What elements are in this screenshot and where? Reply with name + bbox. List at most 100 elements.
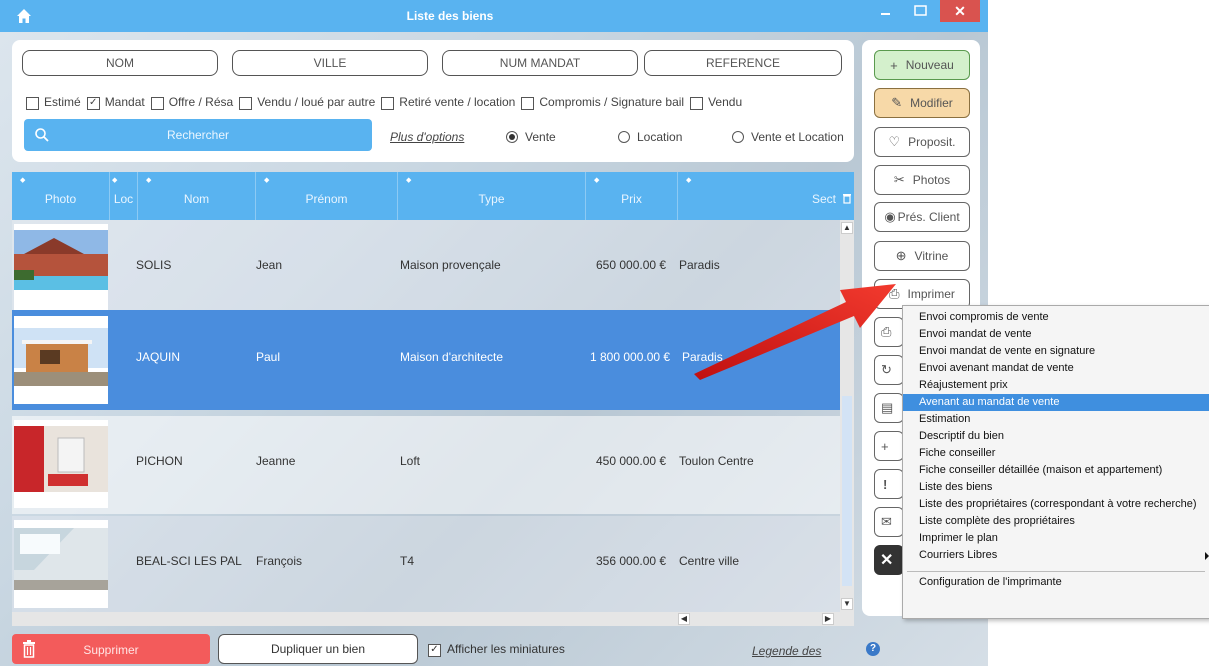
sort-icon[interactable]: ◆ xyxy=(264,176,269,184)
menu-item[interactable]: Imprimer le plan xyxy=(903,530,1209,547)
window-title: Liste des biens xyxy=(406,9,494,23)
radio[interactable] xyxy=(732,131,744,143)
menu-item[interactable]: Fiche conseiller xyxy=(903,445,1209,462)
client-presentation-button[interactable]: ◉ Prés. Client xyxy=(874,202,970,232)
delete-button[interactable]: Supprimer xyxy=(12,634,210,664)
sort-icon[interactable]: ◆ xyxy=(686,176,691,184)
column-header-prix[interactable]: ◆ Prix xyxy=(586,172,678,220)
scroll-left-arrow-icon[interactable]: ◀ xyxy=(678,613,690,625)
mail-icon: ✉ xyxy=(881,514,892,529)
menu-item[interactable]: Envoi mandat de vente en signature xyxy=(903,343,1209,360)
cell-secteur: Toulon Centre xyxy=(679,454,754,468)
menu-separator xyxy=(907,571,1205,572)
checkbox-checked[interactable]: ✓ xyxy=(428,643,441,657)
radio-vente[interactable]: Vente xyxy=(506,130,556,144)
show-thumbnails-toggle[interactable]: ✓ Afficher les miniatures xyxy=(428,642,565,657)
column-header-type[interactable]: ◆ Type xyxy=(398,172,586,220)
radio-selected[interactable] xyxy=(506,131,518,143)
menu-item-highlighted[interactable]: Avenant au mandat de vente xyxy=(903,394,1209,411)
propose-button[interactable]: ♡ Proposit. xyxy=(874,127,970,157)
close-button[interactable]: ✕ xyxy=(940,0,980,22)
duplicate-button[interactable]: Dupliquer un bien xyxy=(218,634,418,664)
mail-button[interactable]: ✉ xyxy=(874,507,904,537)
table-header: ◆ Photo ◆ Loc ◆ Nom ◆ Prénom ◆ Type ◆ Prix ◆ Se… xyxy=(12,172,854,220)
checkbox[interactable] xyxy=(26,96,39,110)
checkbox[interactable] xyxy=(381,96,395,110)
menu-item[interactable]: Envoi compromis de vente xyxy=(903,309,1209,326)
filter-estime[interactable]: Estimé xyxy=(26,95,81,110)
scroll-up-arrow-icon[interactable]: ▲ xyxy=(841,222,853,234)
column-header-photo[interactable]: ◆ Photo xyxy=(12,172,110,220)
name-field[interactable]: NOM xyxy=(22,50,218,76)
filter-vendu-loue[interactable]: Vendu / loué par autre xyxy=(239,95,375,110)
filter-retire[interactable]: Retiré vente / location xyxy=(381,95,516,110)
checkbox-checked[interactable]: ✓ xyxy=(86,96,100,110)
column-header-loc[interactable]: ◆ Loc xyxy=(110,172,138,220)
table-row[interactable]: BEAL-SCI LES PAL François T4 356 000.00 … xyxy=(12,516,840,612)
city-field[interactable]: VILLE xyxy=(232,50,428,76)
plus-icon: + xyxy=(890,57,898,73)
column-header-prenom[interactable]: ◆ Prénom xyxy=(256,172,398,220)
menu-item[interactable]: Envoi mandat de vente xyxy=(903,326,1209,343)
cell-nom: SOLIS xyxy=(136,258,172,272)
search-button[interactable]: Rechercher xyxy=(24,119,372,151)
checkbox-label: Retiré vente / location xyxy=(399,95,516,109)
maximize-button[interactable] xyxy=(905,0,935,26)
menu-item-printer-config[interactable]: Configuration de l'imprimante xyxy=(903,574,1209,591)
alert-button[interactable]: ! xyxy=(874,469,904,499)
radio[interactable] xyxy=(618,131,630,143)
sort-icon[interactable]: ◆ xyxy=(406,176,411,184)
sort-icon[interactable]: ◆ xyxy=(146,176,151,184)
close-panel-button[interactable]: ✕ xyxy=(874,545,904,575)
menu-item-submenu[interactable]: Courriers Libres xyxy=(903,547,1209,564)
minimize-button[interactable] xyxy=(870,0,900,26)
maximize-icon xyxy=(914,5,927,16)
search-panel: NOM VILLE NUM MANDAT REFERENCE Estimé ✓ M… xyxy=(12,40,854,162)
menu-item[interactable]: Envoi avenant mandat de vente xyxy=(903,360,1209,377)
print-menu: Envoi compromis de vente Envoi mandat de… xyxy=(902,305,1209,619)
menu-item[interactable]: Estimation xyxy=(903,411,1209,428)
sort-icon[interactable]: ◆ xyxy=(112,176,117,184)
menu-item[interactable]: Fiche conseiller détaillée (maison et ap… xyxy=(903,462,1209,479)
table-row[interactable]: PICHON Jeanne Loft 450 000.00 € Toulon C… xyxy=(12,416,840,514)
menu-item[interactable]: Liste des propriétaires (correspondant à… xyxy=(903,496,1209,513)
filter-compromis[interactable]: Compromis / Signature bail xyxy=(521,95,684,110)
new-button[interactable]: + Nouveau xyxy=(874,50,970,80)
edit-button[interactable]: ✎ Modifier xyxy=(874,88,970,118)
menu-item[interactable]: Liste des biens xyxy=(903,479,1209,496)
close-icon: ✕ xyxy=(880,552,894,569)
radio-vente-et-location[interactable]: Vente et Location xyxy=(732,130,844,144)
showcase-button[interactable]: ⊕ Vitrine xyxy=(874,241,970,271)
legend-link[interactable]: Legende des xyxy=(752,644,821,658)
trash-icon[interactable] xyxy=(842,192,852,204)
more-options-link[interactable]: Plus d'options xyxy=(390,130,464,144)
mandate-number-field[interactable]: NUM MANDAT xyxy=(442,50,638,76)
menu-item[interactable]: Liste complète des propriétaires xyxy=(903,513,1209,530)
scroll-down-arrow-icon[interactable]: ▼ xyxy=(841,598,853,610)
menu-item[interactable]: Réajustement prix xyxy=(903,377,1209,394)
photos-button[interactable]: ✂ Photos xyxy=(874,165,970,195)
button-label: Modifier xyxy=(910,96,953,110)
checkbox[interactable] xyxy=(150,96,164,110)
document-button[interactable]: ▤ xyxy=(874,393,904,423)
cell-nom: PICHON xyxy=(136,454,183,468)
scroll-thumb[interactable] xyxy=(842,396,852,586)
filter-mandat[interactable]: ✓ Mandat xyxy=(86,95,145,110)
filter-offre-resa[interactable]: Offre / Résa xyxy=(150,95,233,110)
column-label: Photo xyxy=(44,192,77,206)
radio-location[interactable]: Location xyxy=(618,130,682,144)
checkbox[interactable] xyxy=(521,96,535,110)
horizontal-scrollbar[interactable]: ◀ ▶ xyxy=(12,612,854,626)
filter-vendu[interactable]: Vendu xyxy=(690,95,742,110)
column-header-secteur[interactable]: ◆ Sect xyxy=(678,172,854,220)
scroll-right-arrow-icon[interactable]: ▶ xyxy=(822,613,834,625)
sort-icon[interactable]: ◆ xyxy=(594,176,599,184)
checkbox[interactable] xyxy=(690,96,704,110)
add-button[interactable]: + xyxy=(874,431,904,461)
menu-item[interactable]: Descriptif du bien xyxy=(903,428,1209,445)
checkbox[interactable] xyxy=(239,96,253,110)
sort-icon[interactable]: ◆ xyxy=(20,176,25,184)
reference-field[interactable]: REFERENCE xyxy=(644,50,842,76)
help-icon[interactable]: ? xyxy=(866,642,880,656)
column-header-nom[interactable]: ◆ Nom xyxy=(138,172,256,220)
